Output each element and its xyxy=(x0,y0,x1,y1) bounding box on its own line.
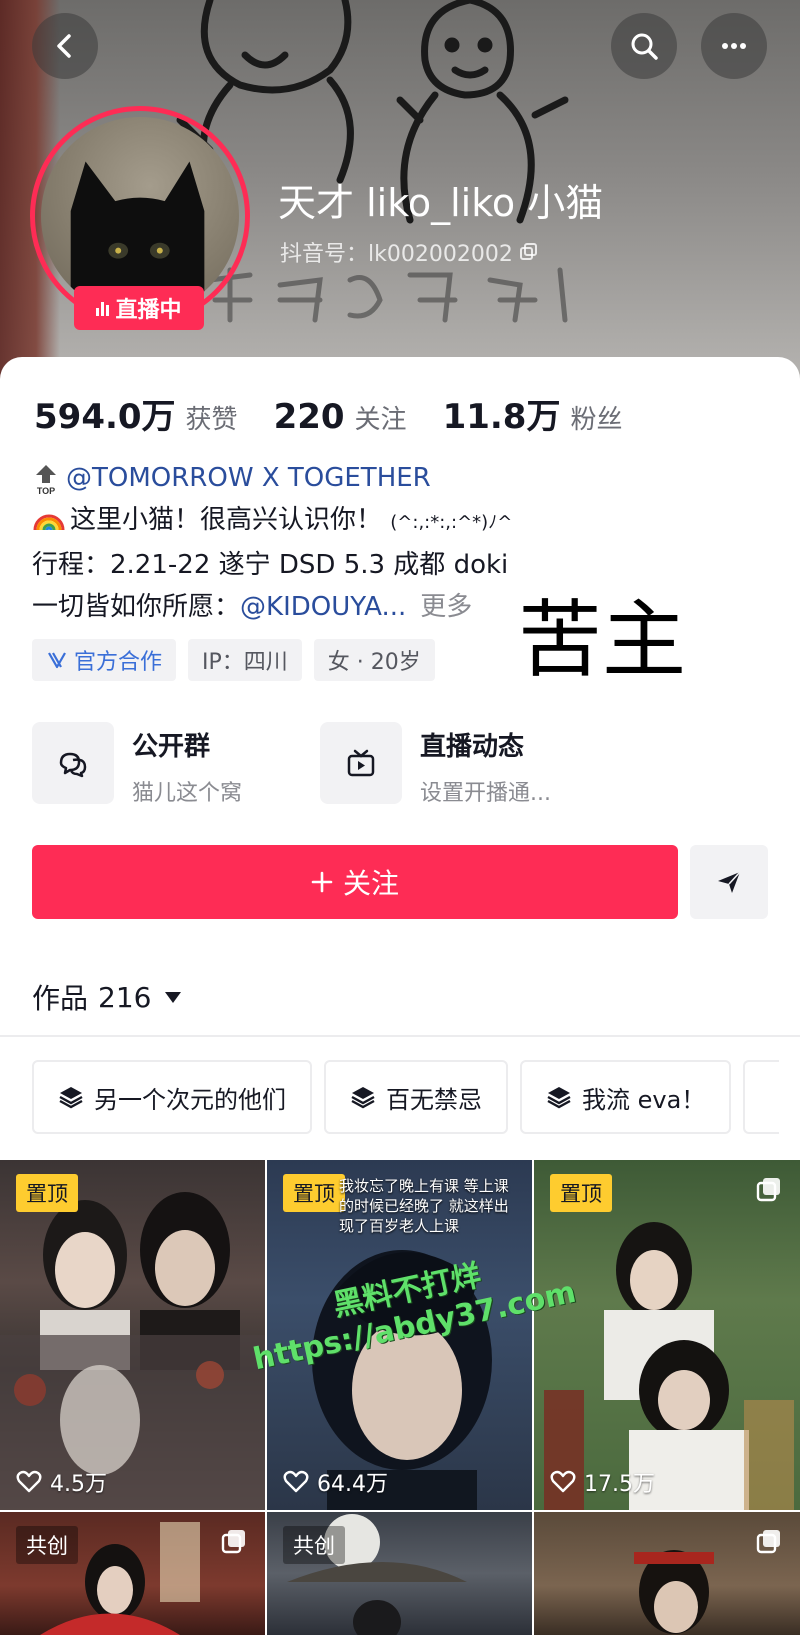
live-bars-icon xyxy=(96,300,110,316)
bio-greeting: 这里小猫！很高兴认识你！ xyxy=(70,505,383,535)
overlay-caption-text: 苦主 xyxy=(518,591,687,689)
collection-label: 百无禁忌 xyxy=(386,1085,482,1114)
collection-chip[interactable]: 另一个次元的他们 xyxy=(32,1060,312,1134)
video-caption-overlay: 我妆忘了晚上有课 等上课的时候已经晚了 就这样出现了百岁老人上课 xyxy=(339,1177,509,1235)
entry-subtitle: 猫儿这个窝 xyxy=(132,781,243,806)
more-options-button[interactable] xyxy=(701,13,767,79)
tv-icon xyxy=(347,749,375,777)
video-tile[interactable]: 置顶 4.5万 xyxy=(0,1160,265,1510)
dropdown-caret-icon xyxy=(165,991,182,1003)
bio-wish-text: 一切皆如你所愿： xyxy=(32,592,241,622)
collection-chip[interactable]: 百无禁忌 xyxy=(324,1060,508,1134)
bio-more-link[interactable]: 更多 xyxy=(420,592,472,622)
tag-gender-age: 女 · 20岁 xyxy=(313,639,435,681)
video-likes: 17.5万 xyxy=(550,1466,655,1498)
follow-button[interactable]: 关注 xyxy=(32,845,678,919)
entry-title: 公开群 xyxy=(132,732,211,762)
plus-icon xyxy=(311,871,333,893)
video-tile[interactable] xyxy=(534,1512,800,1635)
search-icon xyxy=(631,33,658,60)
live-badge-label: 直播中 xyxy=(115,298,182,323)
collection-label: 另一个次元的他们 xyxy=(94,1085,286,1114)
back-arrow-icon xyxy=(57,34,71,58)
pinned-badge: 置顶 xyxy=(550,1174,612,1212)
entry-public-group[interactable]: 公开群 猫儿这个窝 xyxy=(32,722,320,807)
follow-button-label: 关注 xyxy=(342,867,399,900)
bio-line-2: 这里小猫！很高兴认识你！ (^:,:*:,:^*)ﾉ^ xyxy=(32,499,772,544)
collection-label: 我流 eva！ xyxy=(582,1085,706,1114)
stack-icon xyxy=(59,1087,83,1109)
likes-label: 获赞 xyxy=(185,405,238,435)
multi-image-icon xyxy=(756,1530,780,1554)
bio-mention-link[interactable]: @TOMORROW X TOGETHER xyxy=(66,463,431,493)
following-label[interactable]: 关注 xyxy=(355,399,407,436)
tag-label: 官方合作 xyxy=(74,650,163,675)
following-count[interactable]: 220 xyxy=(274,397,345,437)
video-likes-count: 17.5万 xyxy=(584,1472,655,1497)
works-label: 作品 xyxy=(32,982,89,1015)
video-thumbnail-image xyxy=(544,1222,794,1510)
bio-line-1: TOP @TOMORROW X TOGETHER xyxy=(32,457,772,499)
more-dots-icon xyxy=(722,43,746,49)
pinned-badge: 置顶 xyxy=(283,1174,345,1212)
profile-nickname: 天才 liko_liko 小猫 xyxy=(278,181,604,225)
stack-icon xyxy=(547,1087,571,1109)
top-arrow-icon: TOP xyxy=(36,464,56,495)
copy-icon[interactable] xyxy=(519,242,539,262)
back-button[interactable] xyxy=(32,13,98,79)
heart-outline-icon xyxy=(550,1470,576,1493)
tag-label: 女 · 20岁 xyxy=(327,650,421,675)
video-tile[interactable]: 共创 xyxy=(0,1512,265,1635)
video-likes: 4.5万 xyxy=(16,1466,107,1498)
collection-chip-partial[interactable] xyxy=(743,1060,780,1134)
douyin-id-row[interactable]: 抖音号：lk002002002 xyxy=(280,236,539,268)
followers-count[interactable]: 11.8万 xyxy=(443,389,561,438)
heart-outline-icon xyxy=(283,1470,309,1493)
stack-icon xyxy=(351,1087,375,1109)
likes-count: 594.0万 xyxy=(34,397,176,437)
profile-tags: 官方合作 IP：四川 女 · 20岁 xyxy=(32,639,435,681)
multi-image-icon xyxy=(756,1178,780,1202)
entry-icon-box xyxy=(320,722,402,804)
bio-mention-link-2[interactable]: @KIDOUYA... xyxy=(240,592,406,622)
tag-label: IP：四川 xyxy=(202,650,288,675)
tag-ip-location: IP：四川 xyxy=(188,639,302,681)
svg-text:TOP: TOP xyxy=(37,486,55,495)
douyin-id-text: 抖音号：lk002002002 xyxy=(280,242,513,267)
followers-label[interactable]: 粉丝 xyxy=(570,399,622,436)
works-tab-header[interactable]: 作品 216 xyxy=(32,977,182,1017)
heart-outline-icon xyxy=(16,1470,42,1493)
video-tile[interactable]: 共创 xyxy=(267,1512,532,1635)
rainbow-emoji-icon xyxy=(33,514,65,531)
share-button[interactable] xyxy=(690,845,768,919)
chat-group-icon xyxy=(59,752,87,778)
live-status-badge[interactable]: 直播中 xyxy=(74,286,204,330)
section-divider xyxy=(0,1035,800,1037)
collection-chip[interactable]: 我流 eva！ xyxy=(520,1060,732,1134)
co-creation-badge: 共创 xyxy=(16,1526,78,1564)
collection-chips: 另一个次元的他们 百无禁忌 我流 eva！ xyxy=(32,1060,780,1134)
pinned-badge: 置顶 xyxy=(16,1174,78,1212)
entry-subtitle: 设置开播通... xyxy=(420,781,551,806)
co-creation-badge: 共创 xyxy=(283,1526,345,1564)
entry-live-updates[interactable]: 直播动态 设置开播通... xyxy=(320,722,608,807)
bio-kaomoji: (^:,:*:,:^*)ﾉ^ xyxy=(390,512,513,533)
video-likes: 64.4万 xyxy=(283,1466,388,1498)
profile-stats: 594.0万 获赞 220 关注 11.8万 粉丝 xyxy=(34,389,658,438)
tag-official-cooperation[interactable]: 官方合作 xyxy=(32,639,177,681)
video-likes-count: 4.5万 xyxy=(50,1472,107,1497)
works-count: 216 xyxy=(98,980,152,1014)
feature-entries: 公开群 猫儿这个窝 直播动态 设置开播通... xyxy=(32,722,608,807)
video-tile[interactable]: 置顶 17.5万 xyxy=(534,1160,800,1510)
search-button[interactable] xyxy=(611,13,677,79)
profile-header: 直播中 天才 liko_liko 小猫 抖音号：lk002002002 xyxy=(0,0,800,380)
send-icon xyxy=(718,871,741,893)
entry-icon-box xyxy=(32,722,114,804)
video-grid: 置顶 4.5万 置顶 我妆忘了晚上有课 等上课的时候已经晚了 就这样出现了百岁老… xyxy=(0,1160,800,1635)
video-likes-count: 64.4万 xyxy=(317,1472,388,1497)
official-icon xyxy=(48,652,66,669)
entry-title: 直播动态 xyxy=(420,732,525,762)
multi-image-icon xyxy=(221,1530,245,1554)
video-thumbnail-image xyxy=(0,1192,265,1510)
